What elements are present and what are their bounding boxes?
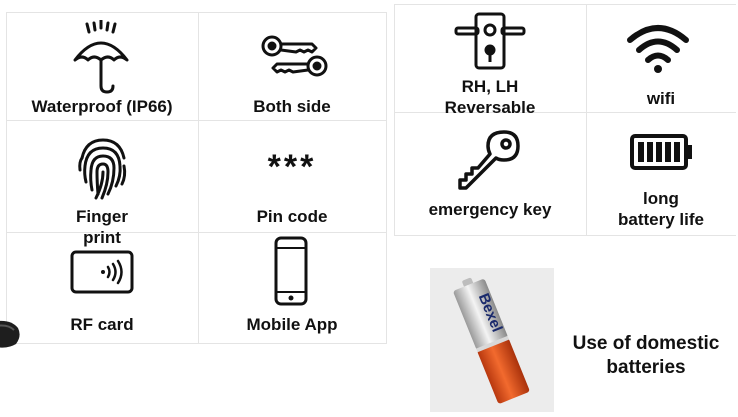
feature-wifi: wifi [586, 4, 736, 112]
battery-life-label-2: battery life [618, 210, 704, 229]
smartphone-icon [274, 236, 308, 306]
waterproof-label: Waterproof (IP66) [31, 97, 173, 116]
fingerprint-label-1: Finger [76, 207, 128, 226]
feature-pin-code: *** Pin code [198, 120, 386, 232]
pin-code-label: Pin code [256, 207, 328, 226]
feature-fingerprint: Finger print [6, 120, 198, 247]
grid-line [394, 235, 736, 236]
battery-life-label-1: long [643, 189, 679, 208]
feature-rf-card: RF card [6, 232, 198, 343]
umbrella-icon [73, 20, 129, 94]
battery-icon [630, 134, 692, 170]
feature-emergency-key: emergency key [394, 112, 586, 235]
keys-icon [261, 35, 328, 77]
mobile-app-label: Mobile App [246, 315, 338, 334]
pin-stars: *** [267, 148, 317, 186]
wifi-label: wifi [646, 89, 676, 108]
cable-end-image [0, 320, 20, 348]
grid-line [386, 12, 387, 344]
rf-card-icon [70, 250, 134, 294]
domestic-line-2: batteries [606, 357, 686, 378]
domestic-line-1: Use of domestic [572, 333, 720, 354]
wifi-icon [627, 25, 689, 73]
battery-photo: Bexel [430, 268, 554, 412]
grid-line [6, 343, 386, 344]
door-handle-icon [454, 12, 526, 70]
emergency-key-label: emergency key [428, 200, 552, 219]
feature-battery-life: long battery life [586, 112, 736, 235]
reversable-label-1: RH, LH [461, 77, 519, 96]
rf-card-label: RF card [70, 315, 134, 334]
feature-reversable: RH, LH Reversable [394, 4, 586, 117]
both-side-label: Both side [253, 97, 331, 116]
feature-both-side: Both side [198, 12, 386, 120]
feature-waterproof: Waterproof (IP66) [6, 12, 198, 120]
fingerprint-icon [78, 138, 127, 200]
feature-mobile-app: Mobile App [198, 232, 386, 343]
aa-battery-image: Bexel [453, 277, 530, 404]
key-icon [458, 130, 520, 190]
domestic-batteries-text: Use of domestic batteries [556, 332, 736, 380]
